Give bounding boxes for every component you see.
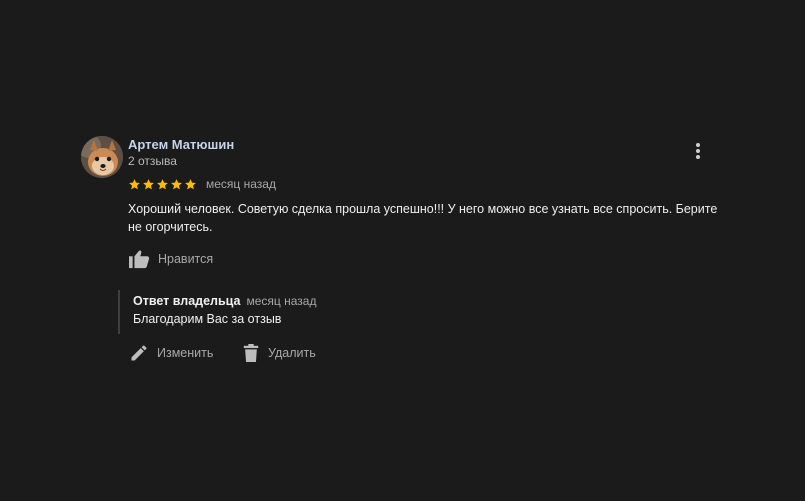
star-icon	[171, 178, 182, 189]
thumbs-up-icon	[129, 250, 150, 269]
owner-reply: Ответ владельца месяц назад Благодарим В…	[118, 290, 316, 334]
delete-label: Удалить	[268, 346, 316, 360]
star-icon	[185, 178, 196, 189]
review-text: Хороший человек. Советую сделка прошла у…	[128, 202, 718, 234]
owner-reply-text: Благодарим Вас за отзыв	[133, 312, 282, 326]
owner-reply-title: Ответ владельца	[133, 294, 241, 308]
star-icon	[157, 178, 168, 189]
star-icon	[129, 178, 140, 189]
author-review-count[interactable]: 2 отзыва	[128, 154, 177, 168]
star-rating	[128, 178, 198, 191]
rating-row: месяц назад	[128, 176, 276, 192]
like-label: Нравится	[158, 252, 214, 266]
review-date: месяц назад	[206, 177, 276, 191]
more-options-button[interactable]	[688, 140, 708, 162]
trash-icon	[243, 344, 259, 362]
delete-reply-button[interactable]: Удалить	[242, 342, 316, 364]
edit-reply-button[interactable]: Изменить	[129, 342, 213, 364]
review-panel: Артем Матюшин 2 отзыва месяц назад Хорош…	[0, 0, 805, 501]
like-button[interactable]: Нравится	[128, 248, 213, 270]
star-icon	[143, 178, 154, 189]
pencil-icon	[131, 345, 147, 361]
more-vertical-icon	[696, 143, 700, 159]
author-name[interactable]: Артем Матюшин	[128, 137, 234, 152]
edit-label: Изменить	[157, 346, 214, 360]
owner-reply-date: месяц назад	[246, 294, 317, 308]
author-avatar[interactable]	[81, 136, 123, 178]
